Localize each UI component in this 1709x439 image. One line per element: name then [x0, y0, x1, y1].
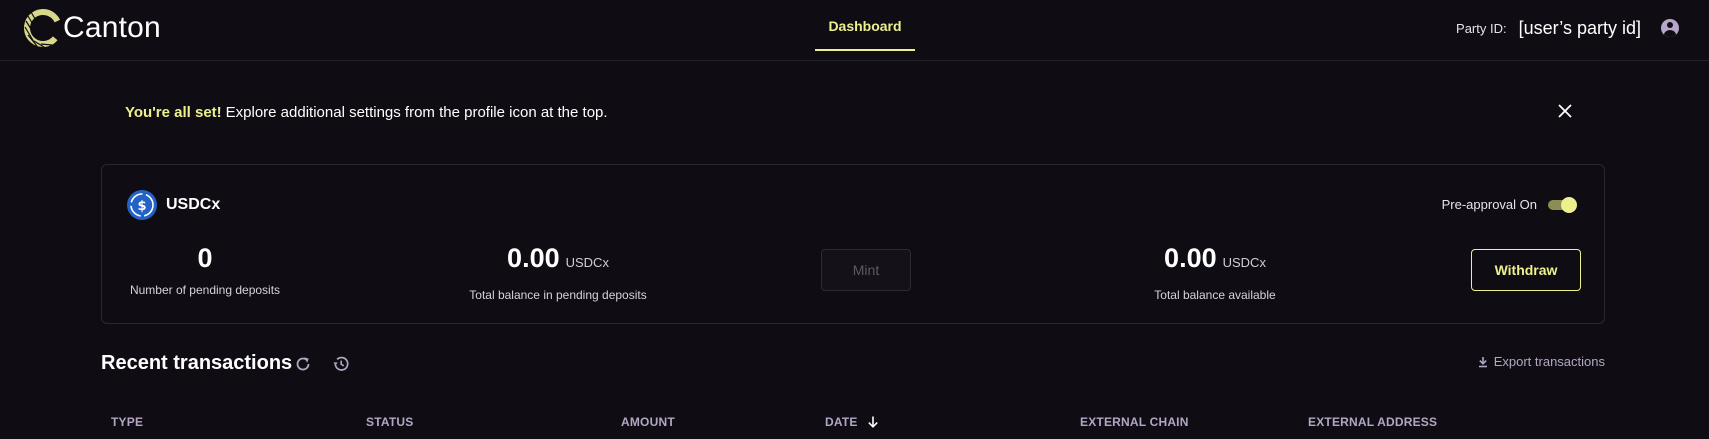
- party-id-label: Party ID:: [1456, 20, 1507, 36]
- pending-deposits-stat: 0 Number of pending deposits: [120, 242, 290, 297]
- available-balance-value: 0.00: [1164, 243, 1217, 273]
- tab-dashboard[interactable]: Dashboard: [815, 0, 915, 51]
- export-transactions-link[interactable]: Export transactions: [1477, 354, 1605, 369]
- pending-balance-stat: 0.00 USDCx Total balance in pending depos…: [458, 242, 658, 302]
- available-balance-stat: 0.00 USDCx Total balance available: [1120, 242, 1310, 302]
- arrow-down-icon: [867, 416, 878, 428]
- column-header-status[interactable]: STATUS: [366, 415, 413, 429]
- pending-balance-value: 0.00: [507, 243, 560, 273]
- usdc-coin-icon: $: [127, 190, 157, 220]
- available-balance-unit: USDCx: [1222, 255, 1266, 270]
- column-header-date[interactable]: DATE: [825, 415, 880, 429]
- preapproval-label: Pre-approval On: [1441, 196, 1537, 212]
- brand-name: Canton: [63, 11, 161, 44]
- close-icon[interactable]: [1556, 102, 1574, 120]
- column-header-external-address[interactable]: EXTERNAL ADDRESS: [1308, 415, 1437, 429]
- svg-text:$: $: [137, 199, 146, 214]
- preapproval-toggle[interactable]: [1547, 196, 1577, 213]
- success-banner: You're all set! Explore additional setti…: [125, 100, 1575, 124]
- available-balance-label: Total balance available: [1154, 288, 1276, 302]
- banner-message: Explore additional settings from the pro…: [225, 103, 608, 121]
- profile-icon[interactable]: [1661, 19, 1679, 37]
- pending-balance-unit: USDCx: [565, 255, 609, 270]
- banner-title: You're all set!: [125, 103, 222, 121]
- export-transactions-label: Export transactions: [1493, 354, 1605, 369]
- refresh-icon[interactable]: [293, 354, 313, 374]
- column-header-type[interactable]: TYPE: [111, 415, 143, 429]
- pending-deposits-label: Number of pending deposits: [129, 283, 281, 297]
- balance-card: $ USDCx Pre-approval On 0 Number of pend…: [101, 164, 1605, 324]
- mint-button[interactable]: Mint: [821, 249, 911, 291]
- column-header-external-chain[interactable]: EXTERNAL CHAIN: [1080, 415, 1189, 429]
- download-icon: [1478, 356, 1487, 367]
- pending-deposits-count: 0: [197, 243, 213, 273]
- token-header: $ USDCx: [127, 190, 220, 220]
- token-name: USDCx: [166, 196, 221, 213]
- pending-balance-label: Total balance in pending deposits: [469, 288, 647, 302]
- party-id-value: [user’s party id]: [1518, 17, 1641, 38]
- canton-logo[interactable]: Canton: [22, 6, 161, 50]
- canton-logo-icon: [24, 9, 62, 48]
- top-header: Canton Dashboard Party ID: [user’s party…: [0, 0, 1709, 61]
- party-info: Party ID: [user’s party id]: [1456, 0, 1679, 56]
- recent-transactions-title: Recent transactions: [101, 352, 293, 374]
- history-icon[interactable]: [331, 354, 351, 374]
- withdraw-button[interactable]: Withdraw: [1471, 249, 1581, 291]
- preapproval-control: Pre-approval On: [1441, 196, 1577, 213]
- column-header-amount[interactable]: AMOUNT: [621, 415, 675, 429]
